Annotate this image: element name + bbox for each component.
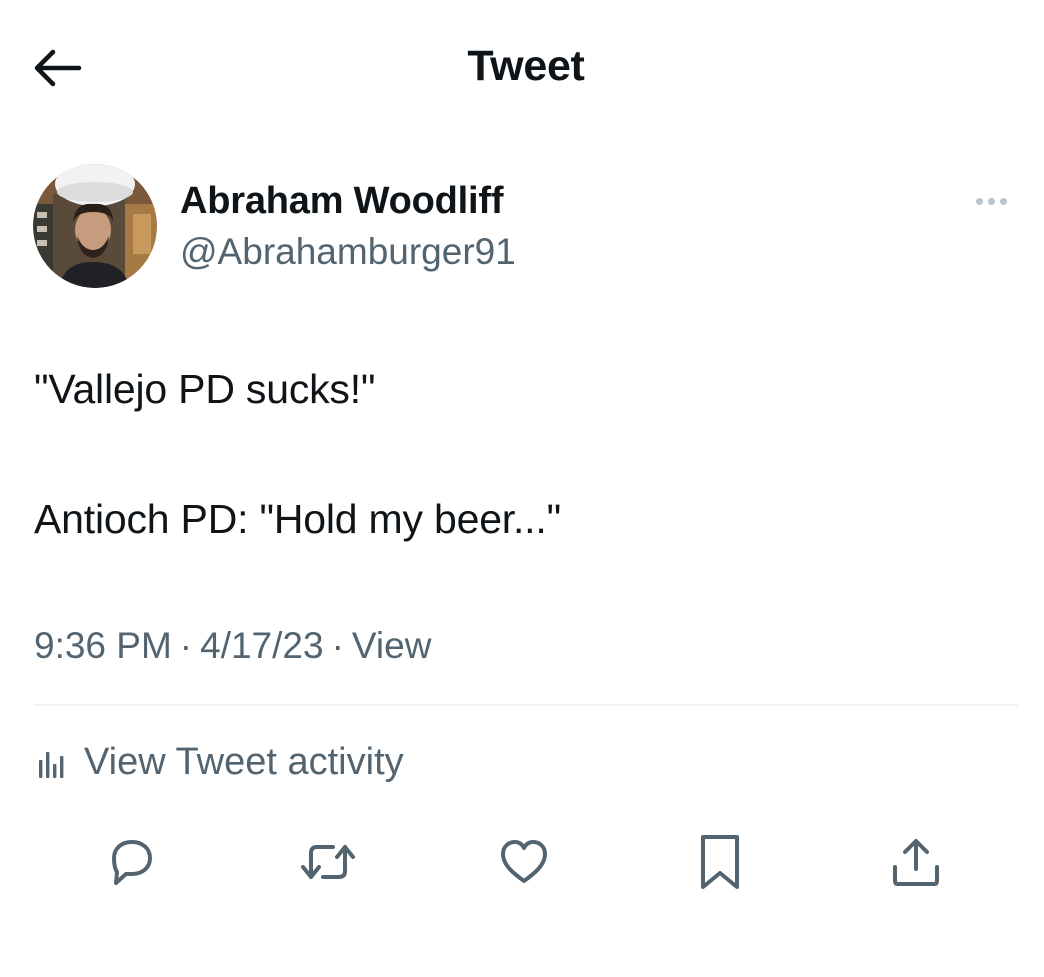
bookmark-button[interactable]	[688, 830, 752, 894]
reply-button[interactable]	[99, 830, 163, 894]
share-icon	[893, 839, 939, 886]
heart-icon	[501, 840, 547, 883]
page-title: Tweet	[467, 42, 585, 90]
tweet-text-line: Antioch PD: "Hold my beer..."	[34, 496, 561, 542]
display-name[interactable]: Abraham Woodliff	[180, 180, 504, 223]
avatar-photo	[33, 164, 157, 288]
meta-separator: ·	[331, 625, 344, 666]
more-options-button[interactable]	[966, 184, 1016, 218]
bookmark-icon	[701, 835, 739, 889]
tweet-time[interactable]: 9:36 PM	[34, 625, 172, 666]
retweet-button[interactable]	[296, 830, 360, 894]
like-button[interactable]	[492, 830, 556, 894]
view-tweet-activity-link[interactable]: View Tweet activity	[34, 738, 404, 786]
bar-chart-icon	[39, 752, 64, 778]
user-handle[interactable]: @Abrahamburger91	[180, 231, 516, 273]
share-button[interactable]	[884, 830, 948, 894]
tweet-meta: 9:36 PM · 4/17/23 · View	[34, 625, 431, 667]
reply-icon	[112, 840, 152, 885]
more-horizontal-icon	[975, 197, 983, 205]
meta-separator: ·	[179, 625, 193, 666]
views-link[interactable]: View	[352, 625, 432, 666]
tweet-text-line: "Vallejo PD sucks!"	[34, 366, 376, 412]
tweet-date[interactable]: 4/17/23	[200, 625, 323, 666]
tweet-detail-page: Tweet Abraham Woodliff @Abrahamburger91 …	[0, 0, 1044, 977]
activity-label: View Tweet activity	[84, 740, 404, 783]
divider	[34, 704, 1018, 706]
avatar[interactable]	[33, 164, 157, 288]
retweet-icon	[301, 845, 355, 879]
